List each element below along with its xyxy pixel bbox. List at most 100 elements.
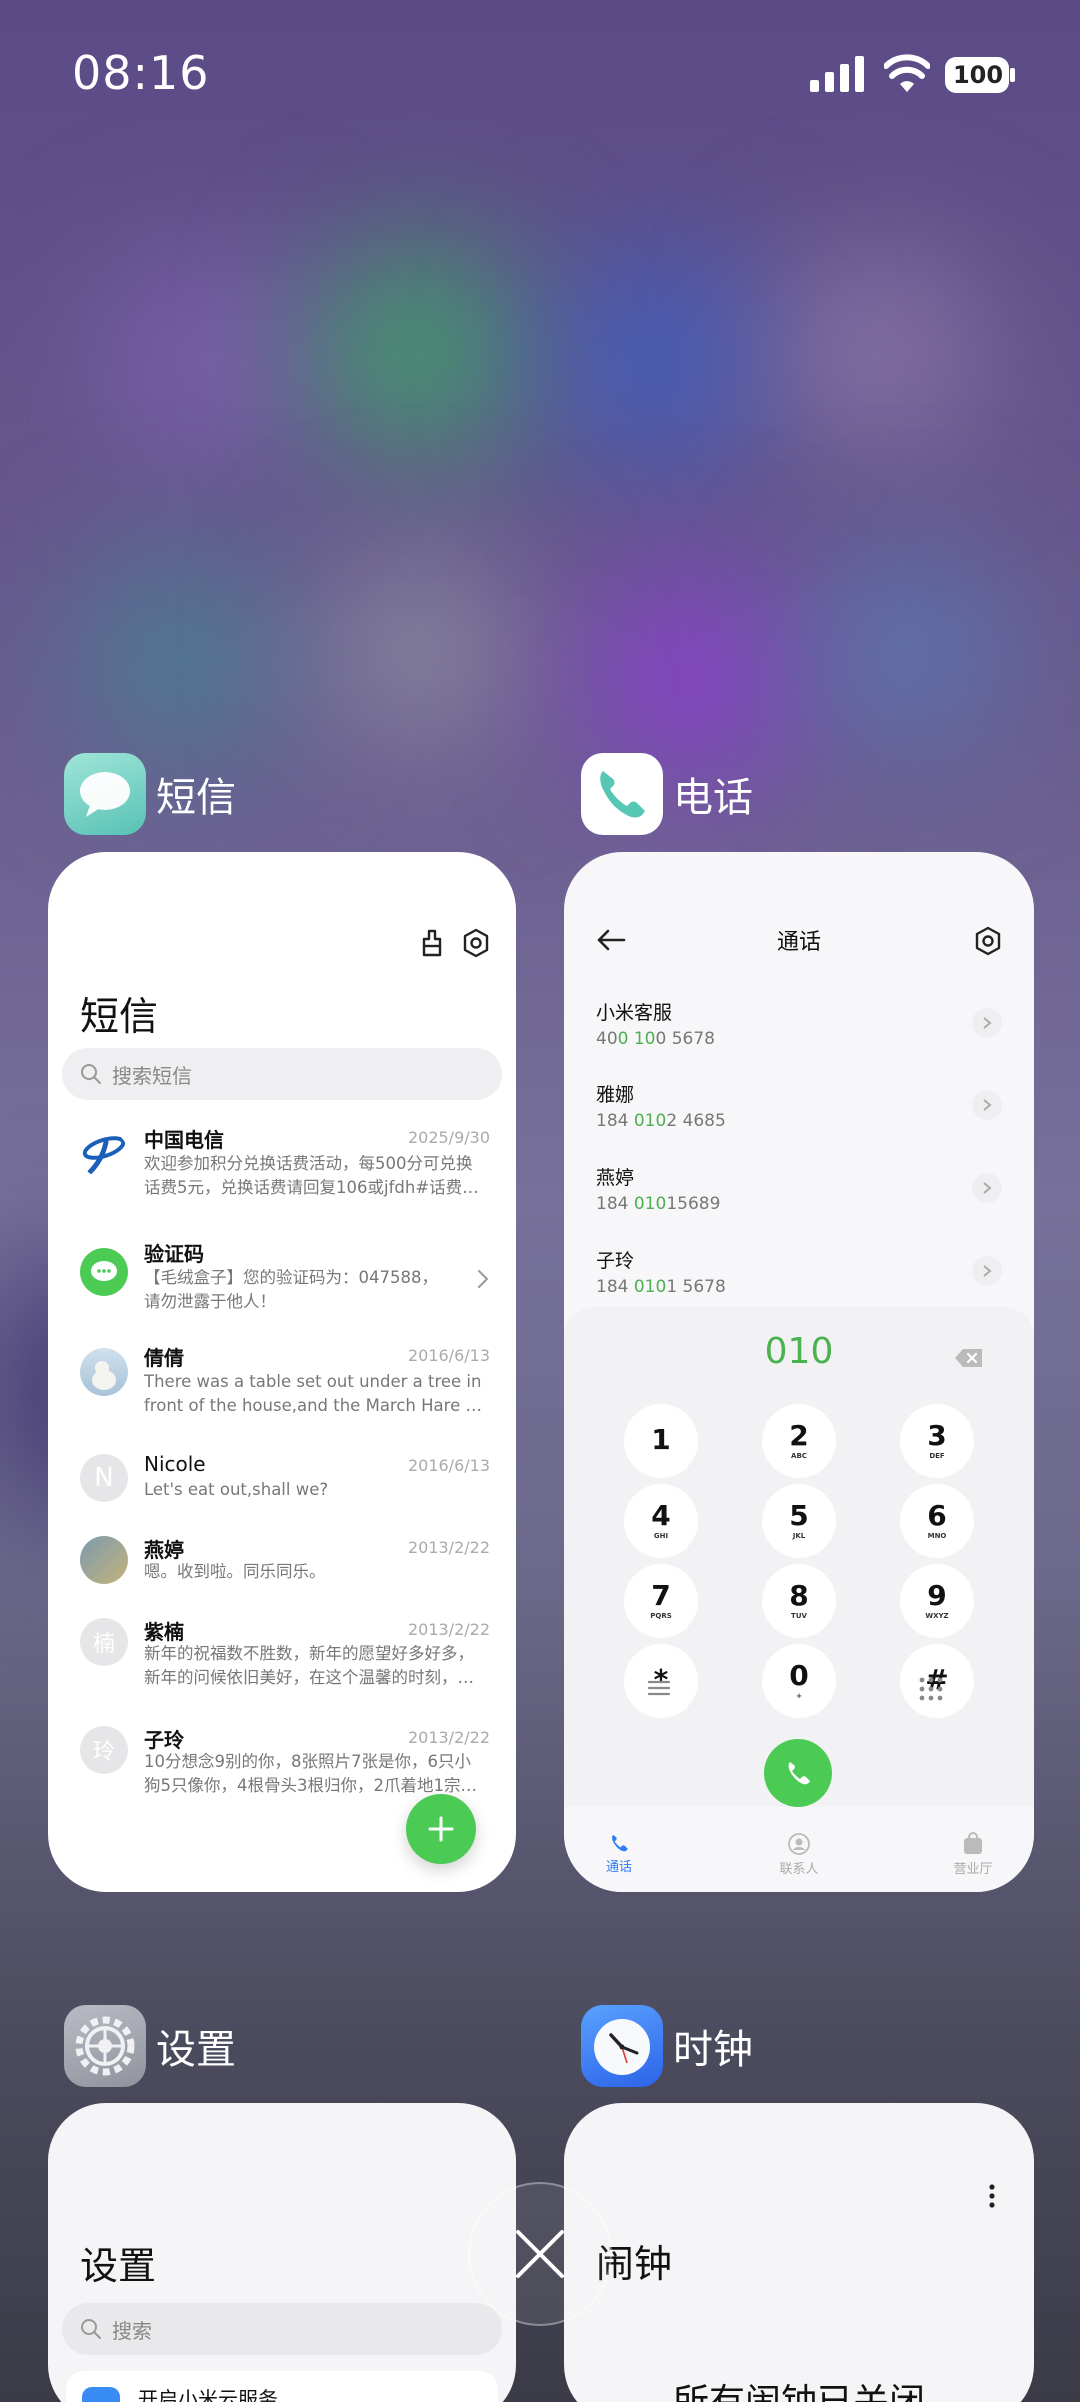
- dial-key[interactable]: 7 PQRS: [624, 1564, 698, 1638]
- dial-key[interactable]: 0 +: [762, 1644, 836, 1718]
- cellular-signal-icon: [810, 56, 864, 92]
- dialpad-grid-icon[interactable]: [918, 1676, 944, 1702]
- tab-calls[interactable]: 通话: [574, 1832, 664, 1875]
- shopping-bag-icon: [964, 1832, 982, 1854]
- dial-key[interactable]: 6 MNO: [900, 1484, 974, 1558]
- avatar: [80, 1536, 128, 1584]
- sms-app-card[interactable]: 短信 搜索短信 中国电信 2025/9/30 欢迎参加积分兑换话费活动，每500…: [48, 852, 516, 1892]
- sms-page-title: 短信: [80, 995, 159, 1040]
- message-item[interactable]: 燕婷 2013/2/22 嗯。收到啦。同乐同乐。: [80, 1534, 490, 1594]
- cloud-icon: [82, 2387, 120, 2402]
- contact-number: 184 0101 5678: [596, 1277, 726, 1297]
- message-item[interactable]: 中国电信 2025/9/30 欢迎参加积分兑换话费活动，每500分可兑换 话费5…: [80, 1124, 490, 1208]
- chevron-right-icon[interactable]: [972, 1256, 1002, 1286]
- phone-icon: [788, 1762, 810, 1785]
- message-item[interactable]: 楠 紫楠 2013/2/22 新年的祝福数不胜数，新年的愿望好多好多， 新年的问…: [80, 1616, 490, 1700]
- new-message-button[interactable]: [406, 1794, 476, 1864]
- message-item[interactable]: N Nicole 2016/6/13 Let's eat out,shall w…: [80, 1452, 490, 1512]
- message-item[interactable]: 验证码 【毛绒盒子】您的验证码为：047588， 请勿泄露于他人！: [80, 1238, 490, 1322]
- message-preview-line: 欢迎参加积分兑换话费活动，每500分可兑换: [144, 1154, 473, 1173]
- contact-number: 400 100 5678: [596, 1029, 715, 1049]
- phone-page-title: 通话: [776, 930, 821, 955]
- message-preview-line: There was a table set out under a tree i…: [144, 1372, 482, 1391]
- status-time: 08:16: [72, 46, 210, 100]
- plus-icon: [428, 1816, 454, 1842]
- tab-contacts[interactable]: 联系人: [754, 1832, 844, 1877]
- message-date: 2013/2/22: [407, 1620, 490, 1639]
- dial-key[interactable]: 2 ABC: [762, 1404, 836, 1478]
- menu-icon[interactable]: [646, 1677, 672, 1699]
- dial-key[interactable]: 3 DEF: [900, 1404, 974, 1478]
- message-item[interactable]: 倩倩 2016/6/13 There was a table set out u…: [80, 1342, 490, 1426]
- china-telecom-logo-icon: [80, 1130, 128, 1178]
- message-sender: 子玲: [144, 1728, 184, 1752]
- settings-gear-icon[interactable]: [974, 926, 1002, 956]
- contact-suggestion[interactable]: 雅娜 184 0102 4685: [596, 1080, 1002, 1131]
- phone-app-icon[interactable]: [581, 753, 663, 835]
- backspace-icon[interactable]: [954, 1347, 984, 1369]
- message-preview-line: front of the house,and the March Hare an…: [144, 1396, 490, 1415]
- dial-key[interactable]: 4 GHI: [624, 1484, 698, 1558]
- message-sender: Nicole: [144, 1452, 206, 1476]
- more-options-icon[interactable]: [988, 2183, 996, 2209]
- message-date: 2013/2/22: [407, 1538, 490, 1557]
- avatar: [80, 1348, 128, 1396]
- message-date: 2016/6/13: [407, 1456, 490, 1475]
- dial-key[interactable]: 9 WXYZ: [900, 1564, 974, 1638]
- avatar: 楠: [80, 1618, 128, 1666]
- message-sender: 紫楠: [144, 1620, 184, 1644]
- contact-suggestion[interactable]: 小米客服 400 100 5678: [596, 998, 1002, 1049]
- dial-key[interactable]: 8 TUV: [762, 1564, 836, 1638]
- battery-level: 100: [952, 61, 1004, 89]
- message-sender: 中国电信: [144, 1128, 224, 1152]
- phone-icon: [612, 1834, 628, 1852]
- sms-toolbar: [418, 928, 490, 958]
- chevron-right-icon[interactable]: [972, 1008, 1002, 1038]
- clear-recents-button[interactable]: [468, 2182, 612, 2326]
- tab-label: 联系人: [779, 1862, 819, 1877]
- clock-app-icon[interactable]: [581, 2005, 663, 2087]
- clock-app-card[interactable]: 闹钟 所有闹钟已关闭: [564, 2103, 1034, 2402]
- clock-app-header: 时钟: [581, 2005, 753, 2087]
- contact-name: 燕婷: [596, 1167, 635, 1189]
- phone-app-card[interactable]: 通话 小米客服 400 100 5678 雅娜 184 0102 4685 燕婷…: [564, 852, 1034, 1892]
- avatar: 玲: [80, 1726, 128, 1774]
- tab-service-hall[interactable]: 营业厅: [928, 1832, 1018, 1877]
- settings-search-input[interactable]: 搜索: [62, 2303, 502, 2355]
- phone-app-name: 电话: [673, 775, 753, 821]
- contact-suggestion[interactable]: 燕婷 184 01015689: [596, 1163, 1002, 1214]
- verification-chat-icon: [80, 1248, 128, 1296]
- status-bar: 08:16 100: [0, 0, 1080, 150]
- phone-tab-bar: 通话 联系人 营业厅: [564, 1818, 1034, 1892]
- message-preview-line: 新年的祝福数不胜数，新年的愿望好多好多，: [144, 1644, 474, 1663]
- message-preview-line: 嗯。收到啦。同乐同乐。: [144, 1562, 326, 1581]
- chevron-right-icon[interactable]: [972, 1173, 1002, 1203]
- chevron-right-icon: [478, 1270, 489, 1288]
- avatar: N: [80, 1454, 128, 1502]
- battery-indicator: 100: [944, 54, 1016, 96]
- cloud-service-item[interactable]: 开启小米云服务: [66, 2371, 498, 2402]
- sms-search-placeholder: 搜索短信: [112, 1063, 192, 1088]
- message-preview-line: 10分想念9别的你，8张照片7张是你，6只小: [144, 1752, 471, 1771]
- sms-app-name: 短信: [156, 775, 236, 821]
- settings-app-header: 设置: [64, 2005, 236, 2087]
- dial-key[interactable]: 1: [624, 1404, 698, 1478]
- settings-app-icon[interactable]: [64, 2005, 146, 2087]
- message-preview-line: 【毛绒盒子】您的验证码为：047588，: [144, 1268, 438, 1287]
- sms-app-icon[interactable]: [64, 753, 146, 835]
- search-icon: [81, 2319, 101, 2339]
- chevron-right-icon[interactable]: [972, 1090, 1002, 1120]
- settings-page-title: 设置: [80, 2244, 157, 2288]
- wifi-icon: [884, 54, 930, 92]
- contact-suggestion[interactable]: 子玲 184 0101 5678: [596, 1246, 1002, 1297]
- message-sender: 燕婷: [144, 1538, 184, 1562]
- contacts-icon: [788, 1833, 810, 1855]
- call-button[interactable]: [764, 1739, 832, 1807]
- sms-search-input[interactable]: 搜索短信: [62, 1048, 502, 1100]
- settings-app-card[interactable]: 设置 搜索 开启小米云服务: [48, 2103, 516, 2402]
- settings-gear-icon[interactable]: [462, 928, 490, 958]
- dial-key[interactable]: 5 JKL: [762, 1484, 836, 1558]
- message-date: 2013/2/22: [407, 1728, 490, 1747]
- dialpad: 010 1 2 ABC 3 DEF 4 GHI 5 JKL 6 MNO 7 PQRS 8 TU…: [564, 1307, 1034, 1807]
- clean-brush-icon[interactable]: [418, 928, 446, 958]
